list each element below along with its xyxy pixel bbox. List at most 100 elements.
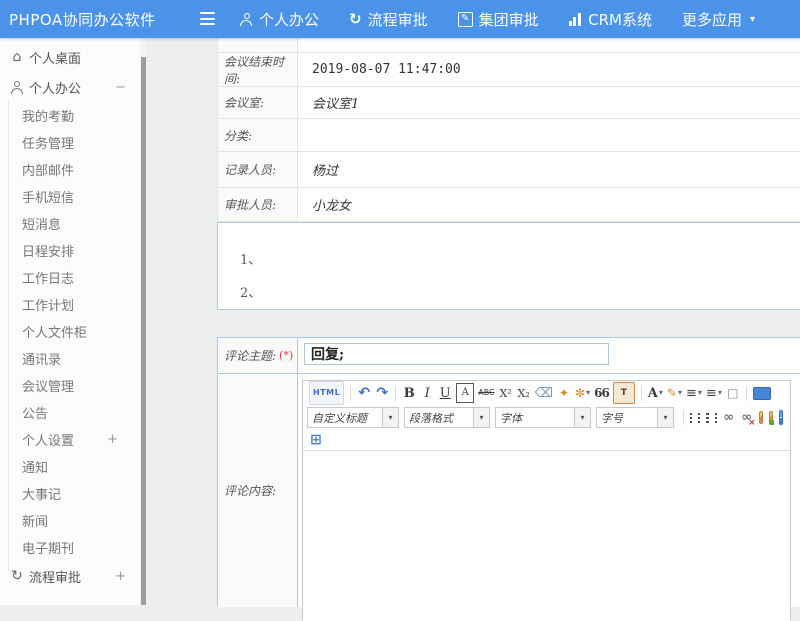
caret-down-icon: ▾ <box>473 408 489 427</box>
comment-subject-label-cell: 评论主题: (*) <box>218 338 298 373</box>
align-left-icon[interactable] <box>690 413 692 423</box>
hamburger-menu-icon[interactable] <box>200 12 215 25</box>
app-title: PHPOA协同办公软件 <box>0 9 156 30</box>
comment-content-label-cell: 评论内容: <box>218 374 298 607</box>
sidebar-item-workflow-approval[interactable]: ↻ 流程审批 + <box>0 561 140 591</box>
undo-icon[interactable]: ↶ <box>357 384 371 402</box>
sidebar-item-personal-files[interactable]: 个人文件柜 <box>0 318 140 345</box>
user-icon <box>9 81 25 94</box>
bold-icon[interactable]: B <box>402 384 416 402</box>
top-bar: PHPOA协同办公软件 个人办公 ↻ 流程审批 ✎ 集团审批 CRM系统 更多应… <box>0 0 800 38</box>
comment-subject-input[interactable] <box>304 343 609 365</box>
insert-table-icon[interactable]: ⊞ <box>309 431 323 449</box>
insert-media-icon[interactable] <box>779 410 783 425</box>
edit-icon: ✎ <box>458 12 473 27</box>
fullscreen-icon[interactable] <box>753 384 771 402</box>
sidebar-item-personal-desktop[interactable]: ⌂ 个人桌面 <box>0 42 140 72</box>
collapse-icon[interactable]: − <box>115 80 126 95</box>
sidebar-item-news[interactable]: 新闻 <box>0 507 140 534</box>
redo-icon[interactable]: ↷ <box>375 384 389 402</box>
insert-image-icon[interactable] <box>759 411 763 424</box>
underline-icon[interactable]: U <box>438 384 452 402</box>
clean-format-icon[interactable]: ✦ <box>557 384 571 402</box>
nav-label: 集团审批 <box>479 9 539 30</box>
field-value: 杨过 <box>312 160 338 179</box>
ordered-list-icon[interactable]: ≡ ▾ <box>686 384 702 402</box>
sidebar-item-schedule[interactable]: 日程安排 <box>0 237 140 264</box>
sidebar-item-my-attendance[interactable]: 我的考勤 <box>0 102 140 129</box>
sidebar-item-work-plan[interactable]: 工作计划 <box>0 291 140 318</box>
field-value: 2019-08-07 11:47:00 <box>312 62 461 77</box>
nav-label: 更多应用 <box>682 9 742 30</box>
sidebar-item-announcement[interactable]: 公告 <box>0 399 140 426</box>
sidebar-item-work-log[interactable]: 工作日志 <box>0 264 140 291</box>
sidebar-item-notification[interactable]: 通知 <box>0 453 140 480</box>
italic-icon[interactable]: I <box>420 384 434 402</box>
sidebar-item-internal-mail[interactable]: 内部邮件 <box>0 156 140 183</box>
nav-workflow-approval[interactable]: ↻ 流程审批 <box>349 9 428 30</box>
sidebar-item-mobile-sms[interactable]: 手机短信 <box>0 183 140 210</box>
unordered-list-icon[interactable]: ≡ ▾ <box>706 384 722 402</box>
heading-dropdown[interactable]: 自定义标题 ▾ <box>307 407 399 428</box>
main-content: 会议结束时间: 2019-08-07 11:47:00 会议室: 会议室1 分类… <box>217 38 800 605</box>
highlight-color-icon[interactable]: ✎ ▾ <box>667 384 682 402</box>
eraser-icon[interactable]: ⌫ <box>535 384 553 402</box>
field-label: 记录人员: <box>218 152 298 187</box>
expand-icon[interactable]: + <box>107 432 118 447</box>
new-document-icon[interactable]: □ <box>726 384 740 402</box>
sidebar-scrollbar-track[interactable] <box>140 38 147 605</box>
sidebar-item-memorabilia[interactable]: 大事记 <box>0 480 140 507</box>
paragraph-format-dropdown[interactable]: 段落格式 ▾ <box>404 407 490 428</box>
sidebar-item-meeting-management[interactable]: 会议管理 <box>0 372 140 399</box>
align-center-icon[interactable] <box>698 413 700 423</box>
cycle-icon: ↻ <box>9 568 25 584</box>
align-justify-icon[interactable] <box>715 413 717 423</box>
quick-format-icon[interactable]: ✼ ▾ <box>575 384 590 402</box>
subscript-icon[interactable]: X₂ <box>517 384 531 402</box>
table-row-clipped <box>218 38 800 53</box>
font-family-dropdown[interactable]: 字体 ▾ <box>495 407 591 428</box>
editor-toolbar-row-1: HTML ↶ ↷ B I U A ABC X² X₂ ⌫ ✦ <box>303 381 790 405</box>
blockquote-icon[interactable]: 66 <box>594 384 609 402</box>
meeting-info-table: 会议结束时间: 2019-08-07 11:47:00 会议室: 会议室1 分类… <box>217 38 800 222</box>
nav-group-approval[interactable]: ✎ 集团审批 <box>458 9 539 30</box>
cycle-icon: ↻ <box>349 12 362 27</box>
nav-label: CRM系统 <box>588 9 652 30</box>
nav-more-apps[interactable]: 更多应用 ▾ <box>682 9 755 30</box>
font-size-dropdown[interactable]: 字号 ▾ <box>596 407 674 428</box>
top-nav: 个人办公 ↻ 流程审批 ✎ 集团审批 CRM系统 更多应用 ▾ <box>240 0 785 38</box>
caret-down-icon: ▾ <box>718 389 722 397</box>
sidebar-item-personal-settings[interactable]: 个人设置 + <box>0 426 140 453</box>
font-color-icon[interactable]: A ▾ <box>648 384 663 402</box>
editor-content-area[interactable] <box>303 451 790 621</box>
sidebar-item-contacts[interactable]: 通讯录 <box>0 345 140 372</box>
nav-crm-system[interactable]: CRM系统 <box>569 9 652 30</box>
unlink-icon[interactable]: ∞ × <box>740 409 754 427</box>
required-mark: (*) <box>279 349 293 362</box>
approver-row: 审批人员: 小龙女 <box>218 188 800 222</box>
sidebar: ⌂ 个人桌面 个人办公 − 我的考勤 任务管理 内部邮件 手机短信 短消息 日程… <box>0 38 140 605</box>
expand-icon[interactable]: + <box>115 569 126 584</box>
sidebar-scrollbar-thumb[interactable] <box>141 57 146 605</box>
comment-content-row: 评论内容: HTML ↶ ↷ B I U A ABC <box>218 374 800 607</box>
nav-personal-office[interactable]: 个人办公 <box>240 9 319 30</box>
rich-text-editor: HTML ↶ ↷ B I U A ABC X² X₂ ⌫ ✦ <box>302 380 791 620</box>
sidebar-item-task-management[interactable]: 任务管理 <box>0 129 140 156</box>
link-icon[interactable]: ∞ <box>722 409 736 427</box>
meeting-end-time-row: 会议结束时间: 2019-08-07 11:47:00 <box>218 53 800 87</box>
align-right-icon[interactable] <box>706 413 708 423</box>
strikethrough-icon[interactable]: ABC <box>478 384 494 402</box>
sidebar-item-short-message[interactable]: 短消息 <box>0 210 140 237</box>
sidebar-item-e-journal[interactable]: 电子期刊 <box>0 534 140 561</box>
html-source-button[interactable]: HTML <box>309 381 344 405</box>
caret-down-icon: ▾ <box>586 389 590 397</box>
meeting-minutes-box: 1、 2、 <box>217 222 800 310</box>
superscript-icon[interactable]: X² <box>499 384 513 402</box>
upload-image-icon[interactable] <box>769 411 773 424</box>
font-style-icon[interactable]: A <box>456 383 474 403</box>
sidebar-item-personal-office[interactable]: 个人办公 − <box>0 72 140 102</box>
paste-as-text-icon[interactable]: T <box>613 382 635 404</box>
caret-down-icon: ▾ <box>698 389 702 397</box>
caret-down-icon: ▾ <box>657 408 673 427</box>
chart-icon <box>569 13 583 26</box>
